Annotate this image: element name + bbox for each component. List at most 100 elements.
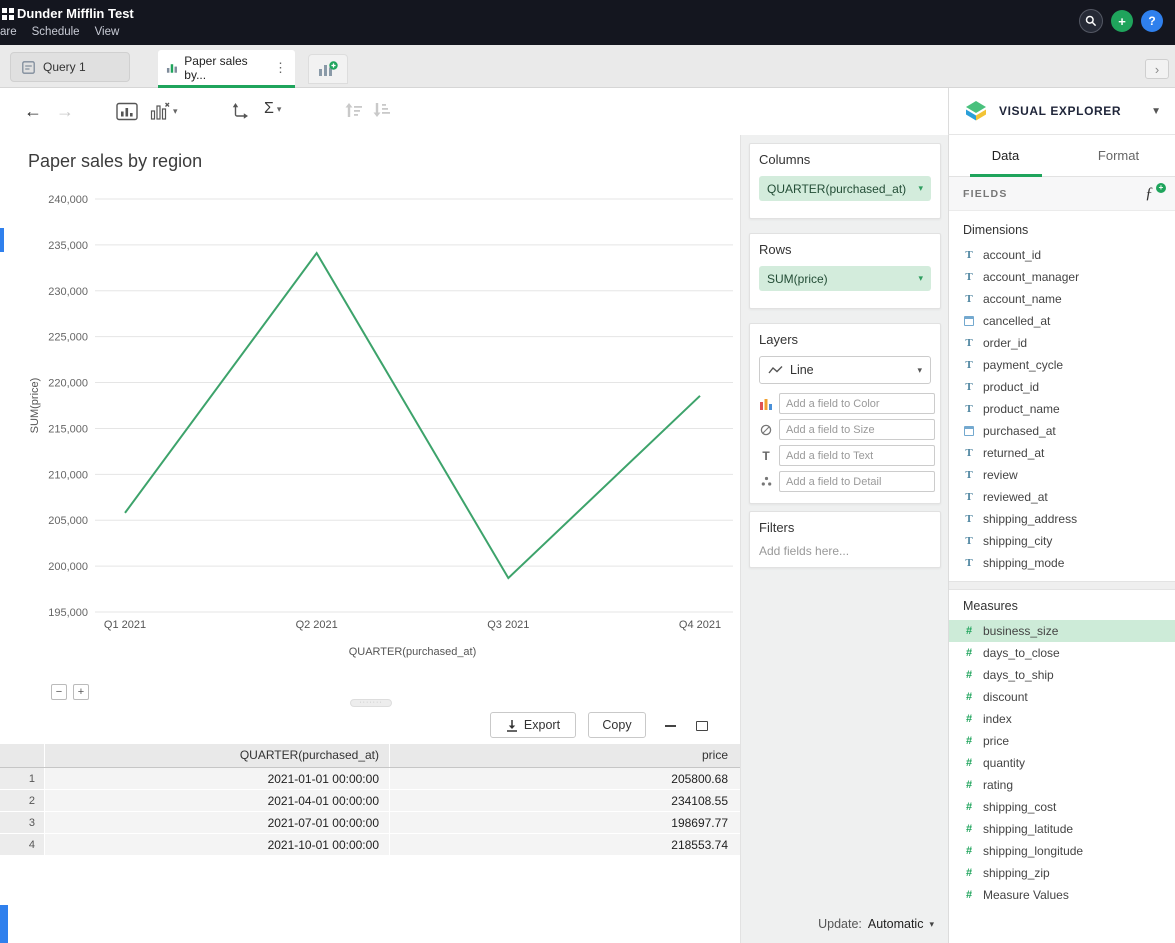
mark-type-select[interactable]: Line ▾ (759, 356, 931, 384)
detail-shelf-input[interactable] (779, 471, 935, 492)
dimension-item[interactable]: Tproduct_id (949, 376, 1175, 398)
column-header-quarter[interactable]: QUARTER(purchased_at) (45, 744, 390, 767)
measure-item[interactable]: #Measure Values (949, 884, 1175, 906)
measure-item[interactable]: #business_size (949, 620, 1175, 642)
price-cell: 198697.77 (390, 812, 740, 833)
redo-button[interactable]: → (56, 100, 74, 122)
zoom-out-button[interactable]: − (51, 684, 67, 700)
measure-item[interactable]: #shipping_latitude (949, 818, 1175, 840)
fields-sidebar: Data Format FIELDS ƒ+ Dimensions Taccoun… (948, 135, 1175, 943)
measure-item[interactable]: #price (949, 730, 1175, 752)
menu-view[interactable]: View (95, 26, 120, 38)
y-tick-label: 205,000 (48, 515, 88, 527)
table-row[interactable]: 12021-01-01 00:00:00205800.68 (0, 768, 740, 790)
visual-explorer-header[interactable]: VISUAL EXPLORER ▼ (948, 88, 1175, 135)
dimension-item[interactable]: Tshipping_address (949, 508, 1175, 530)
dimension-item[interactable]: Tpayment_cycle (949, 354, 1175, 376)
panel-resize-handle[interactable]: ·············· (350, 699, 392, 707)
price-cell: 218553.74 (390, 834, 740, 855)
y-tick-label: 195,000 (48, 607, 88, 619)
x-tick-label: Q4 2021 (679, 619, 721, 631)
measure-item[interactable]: #rating (949, 774, 1175, 796)
measure-item[interactable]: #shipping_zip (949, 862, 1175, 884)
app-grid-icon[interactable] (2, 8, 14, 20)
chart-line-series[interactable] (125, 253, 700, 578)
new-tab-button[interactable] (308, 54, 348, 84)
color-icon (759, 398, 773, 410)
collapsed-panel-indicator-top[interactable] (0, 228, 4, 252)
zoom-in-button[interactable]: + (73, 684, 89, 700)
chart-type-button[interactable]: ▾ (150, 102, 178, 120)
rows-pill[interactable]: SUM(price) ▾ (759, 266, 931, 291)
chart-panel-button[interactable] (116, 102, 138, 121)
dimension-item[interactable]: Taccount_manager (949, 266, 1175, 288)
dimension-item[interactable]: cancelled_at (949, 310, 1175, 332)
chevron-down-icon[interactable]: ▾ (918, 183, 923, 194)
chevron-down-icon[interactable]: ▼ (1151, 106, 1161, 117)
rows-label: Rows (759, 242, 931, 257)
measure-item[interactable]: #days_to_close (949, 642, 1175, 664)
table-row[interactable]: 32021-07-01 00:00:00198697.77 (0, 812, 740, 834)
menu-schedule[interactable]: Schedule (32, 26, 80, 38)
pivot-button[interactable] (230, 102, 249, 121)
measure-item[interactable]: #index (949, 708, 1175, 730)
dimension-item[interactable]: Tshipping_mode (949, 552, 1175, 574)
dimension-item[interactable]: Taccount_name (949, 288, 1175, 310)
dimensions-list: Taccount_idTaccount_managerTaccount_name… (949, 244, 1175, 574)
dimension-item[interactable]: Treviewed_at (949, 486, 1175, 508)
dimension-item[interactable]: Tproduct_name (949, 398, 1175, 420)
column-header-price[interactable]: price (390, 744, 740, 767)
field-label: cancelled_at (983, 314, 1050, 328)
search-icon (1085, 15, 1097, 27)
tab-menu-icon[interactable]: ⋮ (274, 60, 287, 76)
layers-card: Layers Line ▾ (749, 323, 941, 504)
number-type-icon: # (963, 889, 975, 901)
filters-placeholder: Add fields here... (759, 544, 931, 558)
color-shelf-input[interactable] (779, 393, 935, 414)
size-shelf-input[interactable] (779, 419, 935, 440)
update-mode-select[interactable]: Automatic (868, 917, 924, 931)
aggregate-button[interactable]: Σ▾ (264, 100, 281, 118)
help-button[interactable]: ? (1141, 10, 1163, 32)
chevron-down-icon[interactable]: ▾ (918, 273, 923, 284)
undo-button[interactable]: ← (24, 100, 42, 122)
sort-descending-button[interactable] (372, 102, 390, 118)
row-number-header (0, 744, 45, 767)
add-button[interactable]: + (1111, 10, 1133, 32)
dimension-item[interactable]: Taccount_id (949, 244, 1175, 266)
update-control: Update: Automatic ▾ (818, 917, 934, 931)
chevron-down-icon[interactable]: ▾ (929, 919, 934, 930)
filters-card[interactable]: Filters Add fields here... (749, 511, 941, 568)
measure-item[interactable]: #shipping_cost (949, 796, 1175, 818)
tab-data[interactable]: Data (949, 135, 1062, 176)
dimension-item[interactable]: Treturned_at (949, 442, 1175, 464)
field-label: discount (983, 690, 1028, 704)
add-calculated-field-button[interactable]: ƒ+ (1145, 185, 1161, 203)
chevron-down-icon: ▾ (173, 106, 178, 117)
measure-item[interactable]: #discount (949, 686, 1175, 708)
measure-item[interactable]: #shipping_longitude (949, 840, 1175, 862)
tab-paper-sales[interactable]: Paper sales by... ⋮ (158, 50, 295, 88)
measure-item[interactable]: #quantity (949, 752, 1175, 774)
sort-ascending-button[interactable] (344, 102, 362, 118)
export-button[interactable]: Export (490, 712, 576, 738)
measure-item[interactable]: #days_to_ship (949, 664, 1175, 686)
tab-format[interactable]: Format (1062, 135, 1175, 176)
menu-share[interactable]: are (0, 26, 17, 38)
table-row[interactable]: 42021-10-01 00:00:00218553.74 (0, 834, 740, 856)
collapsed-panel-indicator-bottom[interactable] (0, 905, 8, 943)
search-button[interactable] (1079, 9, 1103, 33)
minimize-results-button[interactable] (660, 717, 680, 735)
dimension-item[interactable]: purchased_at (949, 420, 1175, 442)
line-chart[interactable]: 195,000200,000205,000210,000215,000220,0… (0, 175, 740, 680)
copy-button[interactable]: Copy (588, 712, 646, 738)
table-row[interactable]: 22021-04-01 00:00:00234108.55 (0, 790, 740, 812)
dimension-item[interactable]: Treview (949, 464, 1175, 486)
dimension-item[interactable]: Torder_id (949, 332, 1175, 354)
dimension-item[interactable]: Tshipping_city (949, 530, 1175, 552)
maximize-results-button[interactable] (692, 717, 712, 735)
columns-pill[interactable]: QUARTER(purchased_at) ▾ (759, 176, 931, 201)
tab-query-1[interactable]: Query 1 (10, 52, 130, 82)
text-shelf-input[interactable] (779, 445, 935, 466)
tab-overflow-button[interactable]: › (1145, 59, 1169, 79)
